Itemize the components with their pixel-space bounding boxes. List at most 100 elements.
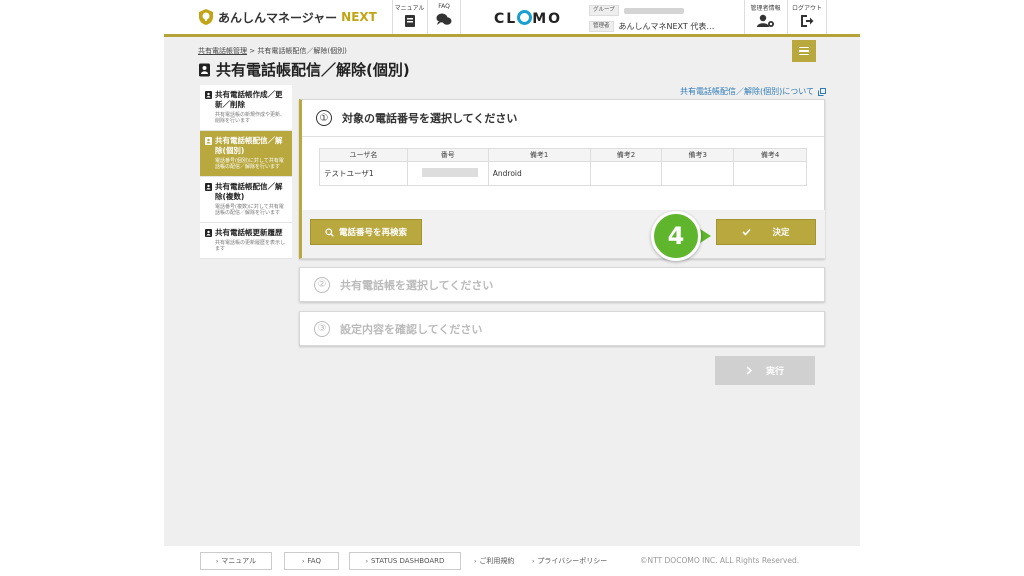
copyright-text: ©NTT DOCOMO INC. ALL Rights Reserved. <box>640 556 800 565</box>
clomo-o-mark <box>517 10 533 25</box>
brand-logo[interactable]: あんしんマネージャー NEXT <box>198 8 377 26</box>
col-header-note4: 備考4 <box>733 148 807 162</box>
footer-privacy-label: プライバシーポリシー <box>537 557 608 565</box>
group-tag: グループ <box>589 5 619 16</box>
app-page: あんしんマネージャー NEXT マニュアル FAQ CL MO グループ 管理者 あん… <box>164 0 860 576</box>
contact-book-icon <box>205 183 212 191</box>
sidebar-item-distribute-individual[interactable]: 共有電話帳配信／解除(個別) 電話番号(個別)に対して共有電話帳の配信／解除を行… <box>200 131 292 177</box>
sidebar-item-distribute-multiple[interactable]: 共有電話帳配信／解除(複数) 電話番号(複数)に対して共有電話帳の配信／解除を行… <box>200 177 292 223</box>
contact-book-icon <box>199 63 210 76</box>
logout-icon <box>801 15 814 27</box>
col-header-note3: 備考3 <box>661 148 735 162</box>
step1-title: 対象の電話番号を選択してください <box>342 112 518 125</box>
sidebar-item-title: 共有電話帳配信／解除(複数) <box>215 182 283 201</box>
brand-next: NEXT <box>341 10 377 24</box>
page-title: 共有電話帳配信／解除(個別) <box>198 59 410 80</box>
faq-button[interactable]: FAQ <box>427 0 461 34</box>
decide-button[interactable]: 決定 <box>716 219 816 245</box>
cell-note2 <box>589 161 663 186</box>
admin-tag: 管理者 <box>589 21 614 32</box>
number-redacted <box>421 168 478 177</box>
logout-button[interactable]: ログアウト <box>787 0 827 34</box>
step2-header: ② 共有電話帳を選択してください <box>300 268 824 301</box>
menu-line-icon <box>799 53 809 56</box>
step2-panel: ② 共有電話帳を選択してください <box>299 267 825 302</box>
sidebar-item-desc: 共有電話帳の新規作成や更新、削除を行います <box>215 112 286 124</box>
breadcrumb-separator: > <box>249 47 256 55</box>
sidebar-item-create-update-delete[interactable]: 共有電話帳作成／更新／削除 共有電話帳の新規作成や更新、削除を行います <box>200 85 292 131</box>
top-header: あんしんマネージャー NEXT マニュアル FAQ CL MO グループ 管理者 あん… <box>164 0 860 34</box>
panel-divider <box>302 136 824 137</box>
step3-number: ③ <box>314 320 330 337</box>
help-link[interactable]: 共有電話帳配信／解除(個別)について <box>680 86 826 97</box>
menu-line-icon <box>799 46 809 49</box>
step1-panel: ① 対象の電話番号を選択してください ユーザ名 番号 備考1 備考2 備考3 備… <box>299 99 825 259</box>
cell-note3 <box>661 161 735 186</box>
footer-faq-button[interactable]: › FAQ <box>284 552 339 570</box>
user-settings-icon <box>756 14 774 27</box>
step1-button-bar: 電話番号を再検索 決定 <box>302 210 825 258</box>
admin-info-button[interactable]: 管理者情報 <box>744 0 786 34</box>
breadcrumb-current: 共有電話帳配信／解除(個別) <box>257 47 347 55</box>
step-number-badge: 4 <box>651 211 701 261</box>
step1-number: ① <box>316 110 332 126</box>
hamburger-menu-button[interactable] <box>792 40 816 62</box>
clomo-logo-left: CL <box>494 11 518 27</box>
sidebar-item-title: 共有電話帳配信／解除(個別) <box>215 136 283 155</box>
book-icon <box>404 15 415 27</box>
cell-note4 <box>733 161 807 186</box>
logout-label: ログアウト <box>791 5 822 12</box>
group-value-redacted <box>623 7 684 14</box>
breadcrumb: 共有電話帳管理 > 共有電話帳配信／解除(個別) <box>198 46 347 56</box>
footer-faq-label: FAQ <box>307 557 321 565</box>
cell-username: テストユーザ1 <box>319 161 408 186</box>
brand-name: あんしんマネージャー <box>218 10 338 25</box>
research-phone-button[interactable]: 電話番号を再検索 <box>310 219 422 245</box>
clomo-logo: CL MO <box>494 10 562 27</box>
col-header-note2: 備考2 <box>589 148 663 162</box>
breadcrumb-parent-link[interactable]: 共有電話帳管理 <box>198 47 247 55</box>
group-admin-info: グループ 管理者 あんしんマネNEXT 代表… <box>589 4 714 33</box>
footer-manual-label: マニュアル <box>221 557 257 565</box>
clomo-logo-right: MO <box>532 11 563 27</box>
manual-label: マニュアル <box>394 5 425 12</box>
step1-header: ① 対象の電話番号を選択してください <box>302 100 824 136</box>
contact-book-icon <box>205 137 212 145</box>
footer: › マニュアル › FAQ › STATUS DASHBOARD › ご利用規約 › プラ… <box>164 546 860 576</box>
col-header-number: 番号 <box>406 148 489 162</box>
sidebar-item-update-history[interactable]: 共有電話帳更新履歴 共有電話帳の更新履歴を表示します <box>200 223 292 259</box>
chat-icon <box>436 13 452 25</box>
external-window-icon <box>818 87 826 96</box>
sidebar-item-title: 共有電話帳作成／更新／削除 <box>215 90 283 109</box>
footer-terms-label: ご利用規約 <box>479 557 515 565</box>
decide-label: 決定 <box>772 228 790 238</box>
sidebar-item-desc: 電話番号(個別)に対して共有電話帳の配信／解除を行います <box>215 158 284 170</box>
footer-status-button[interactable]: › STATUS DASHBOARD <box>349 552 461 570</box>
main-area: 共有電話帳管理 > 共有電話帳配信／解除(個別) 共有電話帳配信／解除(個別) … <box>164 37 860 546</box>
chevron-right-icon: › <box>532 558 535 565</box>
shield-logo-icon <box>199 9 213 25</box>
chevron-right-icon: › <box>474 558 477 565</box>
table-row[interactable]: テストユーザ1 Android <box>319 161 807 186</box>
phone-number-table: ユーザ名 番号 備考1 備考2 備考3 備考4 テストユーザ1 Android <box>319 148 807 186</box>
step3-panel: ③ 設定内容を確認してください <box>299 311 825 346</box>
contact-book-icon <box>205 91 212 99</box>
footer-terms-link[interactable]: › ご利用規約 <box>474 556 514 566</box>
footer-privacy-link[interactable]: › プライバシーポリシー <box>532 556 607 566</box>
research-phone-label: 電話番号を再検索 <box>338 228 407 238</box>
col-header-note1: 備考1 <box>487 148 591 162</box>
faq-label: FAQ <box>438 3 450 10</box>
step3-header: ③ 設定内容を確認してください <box>300 312 824 345</box>
cell-note1: Android <box>487 161 591 186</box>
table-header-row: ユーザ名 番号 備考1 備考2 備考3 備考4 <box>319 148 807 162</box>
admin-info-label: 管理者情報 <box>750 5 781 12</box>
chevron-right-icon: › <box>215 557 219 565</box>
check-icon <box>742 228 752 236</box>
footer-manual-button[interactable]: › マニュアル <box>200 552 272 570</box>
chevron-right-icon <box>746 366 752 375</box>
run-button[interactable]: 実行 <box>715 356 815 385</box>
manual-button[interactable]: マニュアル <box>392 0 426 34</box>
sidebar-item-desc: 電話番号(複数)に対して共有電話帳の配信／解除を行います <box>215 204 284 216</box>
step3-title: 設定内容を確認してください <box>340 322 483 336</box>
run-label: 実行 <box>765 367 784 377</box>
